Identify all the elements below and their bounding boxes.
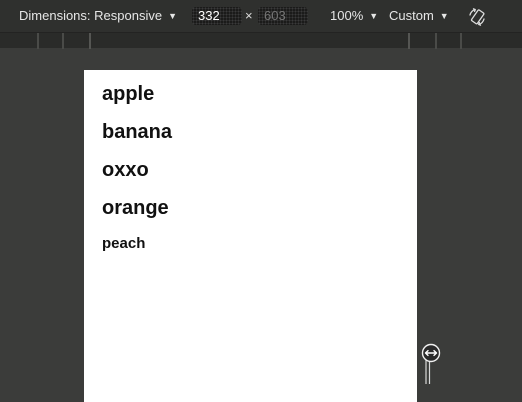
ruler-mark: [37, 33, 39, 49]
chevron-down-icon: ▼: [439, 11, 449, 21]
ruler-mark: [408, 33, 410, 49]
list-item: orange: [102, 197, 169, 219]
ruler-mark: [62, 33, 64, 49]
ruler-mark: [89, 33, 91, 49]
rotate-button[interactable]: [466, 6, 488, 28]
chevron-down-icon: ▼: [168, 11, 177, 21]
zoom-label: 100%: [330, 8, 364, 23]
throttle-dropdown[interactable]: Custom ▼: [389, 8, 449, 24]
ruler-mark: [460, 33, 462, 49]
responsive-viewport: apple banana oxxo orange peach: [84, 70, 417, 402]
list-item: banana: [102, 121, 173, 143]
width-input[interactable]: [192, 7, 242, 25]
times-separator: ×: [245, 8, 253, 23]
chevron-down-icon: ▼: [369, 11, 379, 21]
list-item: apple: [102, 83, 155, 105]
throttle-label: Custom: [389, 8, 434, 23]
dimensions-dropdown[interactable]: Dimensions: Responsive ▼: [19, 8, 177, 24]
device-toolbar: Dimensions: Responsive ▼ × 100% ▼ Custom ▼: [0, 0, 522, 32]
list-item: oxxo: [102, 159, 149, 181]
list-item: peach: [102, 235, 146, 252]
viewport-resize-handle[interactable]: [419, 342, 445, 388]
height-input[interactable]: [258, 7, 308, 25]
zoom-dropdown[interactable]: 100% ▼: [330, 8, 378, 24]
resize-handle-icon: [421, 343, 441, 384]
device-toolbar-stage: Dimensions: Responsive ▼ × 100% ▼ Custom ▼: [0, 0, 522, 402]
rotate-icon: [469, 8, 485, 26]
dimensions-label: Dimensions: Responsive: [19, 8, 163, 23]
media-query-ruler: [0, 32, 522, 49]
ruler-mark: [435, 33, 437, 49]
